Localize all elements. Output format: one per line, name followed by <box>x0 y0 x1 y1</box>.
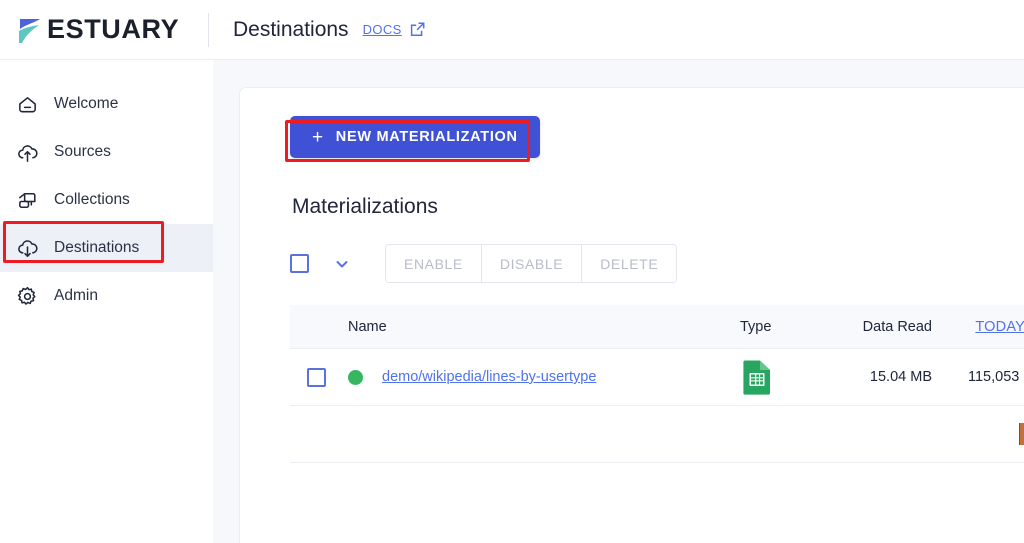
header-type-cell[interactable]: Type <box>740 319 828 335</box>
home-icon <box>10 87 44 121</box>
sidebar-item-destinations[interactable]: Destinations <box>0 224 213 272</box>
enable-button[interactable]: ENABLE <box>386 245 481 282</box>
header-date-filter-cell: TODAY <box>932 318 1024 336</box>
table-toolbar: ENABLE DISABLE DELETE <box>290 244 1024 283</box>
cloud-download-icon <box>10 231 44 265</box>
bulk-action-group: ENABLE DISABLE DELETE <box>385 244 678 283</box>
row-checkbox-cell <box>290 367 348 387</box>
sidebar-item-label: Sources <box>54 143 111 160</box>
brand-name: ESTUARY <box>47 14 180 44</box>
new-materialization-button[interactable]: + NEW MATERIALIZATION <box>290 116 540 158</box>
select-all-checkbox[interactable] <box>290 254 309 273</box>
table-row-empty <box>290 406 1024 463</box>
delete-button[interactable]: DELETE <box>581 245 677 282</box>
chevron-down-icon[interactable] <box>333 255 351 273</box>
header-divider <box>208 12 209 47</box>
sidebar-item-admin[interactable]: Admin <box>0 272 213 320</box>
brand[interactable]: ESTUARY <box>0 15 196 45</box>
docs-count-value: 115,053 docs <box>968 369 1024 385</box>
external-link-icon[interactable] <box>409 21 426 38</box>
column-header-data-read: Data Read <box>862 318 932 335</box>
materialization-link[interactable]: demo/wikipedia/lines-by-usertype <box>382 369 596 385</box>
sidebar-item-collections[interactable]: Collections <box>0 176 213 224</box>
sidebar-item-label: Welcome <box>54 95 119 112</box>
sidebar-item-label: Admin <box>54 287 98 304</box>
row-name-cell: demo/wikipedia/lines-by-usertype <box>348 369 740 385</box>
plus-icon: + <box>312 126 324 148</box>
top-header: ESTUARY Destinations DOCS <box>0 0 1024 60</box>
sidebar-item-label: Collections <box>54 191 130 208</box>
disable-button[interactable]: DISABLE <box>480 245 582 282</box>
row-data-read-cell: 15.04 MB <box>828 369 932 385</box>
column-header-name: Name <box>348 318 387 335</box>
section-title: Materializations <box>292 195 438 218</box>
docs-link[interactable]: DOCS <box>363 22 402 37</box>
status-badge <box>348 369 363 385</box>
date-filter-link[interactable]: TODAY <box>975 319 1024 335</box>
table-row[interactable]: demo/wikipedia/lines-by-usertype 15.04 M… <box>290 349 1024 406</box>
sidebar: Welcome Sources Collections Destinations… <box>0 60 213 543</box>
sidebar-item-label: Destinations <box>54 239 140 256</box>
data-read-value: 15.04 MB <box>869 369 932 385</box>
clipped-edge-element[interactable] <box>1019 423 1024 445</box>
main-content: + NEW MATERIALIZATION Materializations E… <box>213 60 1024 543</box>
row-type-cell <box>740 359 828 395</box>
row-checkbox[interactable] <box>307 367 326 387</box>
collections-stack-icon <box>10 183 44 217</box>
google-sheets-icon <box>742 359 772 395</box>
page-title: Destinations <box>233 17 349 41</box>
estuary-logo-icon <box>16 15 42 45</box>
gear-icon <box>10 279 44 313</box>
app-root: ESTUARY Destinations DOCS Welcome Source… <box>0 0 1024 543</box>
column-header-type: Type <box>740 318 772 335</box>
materializations-table: Name Type Data Read TODAY demo/wikipedia… <box>290 305 1024 463</box>
sidebar-item-sources[interactable]: Sources <box>0 128 213 176</box>
sidebar-item-welcome[interactable]: Welcome <box>0 80 213 128</box>
table-header-row: Name Type Data Read TODAY <box>290 305 1024 349</box>
header-data-read-cell[interactable]: Data Read <box>828 319 932 335</box>
row-docs-cell: 115,053 docs <box>932 369 1024 385</box>
materializations-card: + NEW MATERIALIZATION Materializations E… <box>240 88 1024 543</box>
cloud-upload-icon <box>10 135 44 169</box>
header-name-cell[interactable]: Name <box>348 319 740 335</box>
new-materialization-label: NEW MATERIALIZATION <box>335 129 518 145</box>
